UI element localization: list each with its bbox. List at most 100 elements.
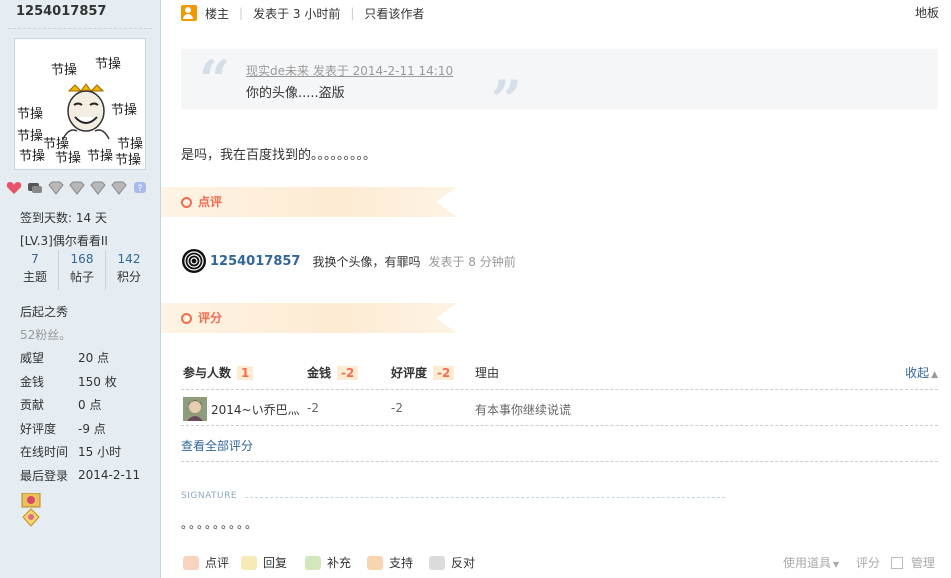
user-title: 后起之秀 [20, 305, 69, 319]
diamond-icon[interactable] [48, 181, 64, 195]
edit-icon [305, 555, 321, 570]
avatar-word: 节操 [17, 107, 44, 122]
rating-header: 评分 [161, 303, 457, 333]
badge-row: ? [6, 181, 148, 195]
caret-down-icon: ▼ [833, 560, 840, 569]
rating-rep: -2 [391, 401, 403, 415]
post-header: 楼主 | 发表于 3 小时前 | 只看该作者 [181, 2, 941, 24]
comment-time: 发表于 8 分钟前 [428, 254, 516, 269]
prop-row: 贡献 0 点 [20, 393, 140, 417]
prop-row: 在线时间 15 小时 [20, 440, 140, 464]
commenter-avatar[interactable] [181, 248, 207, 274]
action-label: 反对 [451, 556, 476, 570]
manage-button[interactable]: 管理 [891, 554, 935, 571]
prop-row: 金钱 150 枚 [20, 370, 140, 394]
supplement-button[interactable]: 补充 [305, 554, 351, 571]
reply-button[interactable]: 回复 [241, 554, 287, 571]
chat-gem-icon[interactable] [27, 181, 43, 195]
rater-avatar[interactable] [183, 397, 207, 421]
username[interactable]: 1254017857 [16, 4, 106, 19]
prop-row: 威望 20 点 [20, 346, 140, 370]
avatar[interactable]: 节操 节操 节操 节操 节操 节操 节操 节操 节操 节操 节操 [14, 38, 146, 170]
count-value[interactable]: 7 [12, 250, 58, 268]
separator: | [350, 6, 355, 20]
count-label: 主题 [22, 270, 47, 284]
svg-text:?: ? [138, 184, 143, 194]
count-value[interactable]: 142 [106, 250, 152, 268]
count-topics[interactable]: 7 主题 [12, 250, 59, 290]
avatar-word: 节操 [17, 129, 44, 144]
prop-value: 2014-2-11 [78, 468, 141, 483]
rate-button[interactable]: 评分 [856, 554, 880, 571]
comments-title: 点评 [198, 195, 223, 209]
diamond-icon[interactable] [90, 181, 106, 195]
quote-open-icon: “ [199, 48, 231, 112]
avatar-word: 节操 [19, 149, 46, 164]
heart-gem-icon[interactable] [6, 181, 22, 195]
rater-name[interactable]: 2014~い乔巴灬 [211, 401, 300, 418]
rating-title: 评分 [198, 311, 223, 325]
count-value[interactable]: 168 [59, 250, 105, 268]
prop-key: 好评度 [20, 421, 57, 436]
prop-row: 最后登录 2014-2-11 [20, 464, 140, 488]
post-body: 楼主 | 发表于 3 小时前 | 只看该作者 地板 “ ” 现实de未来 发表于… [161, 0, 951, 578]
count-points[interactable]: 142 积分 [106, 250, 152, 290]
view-all-ratings-link[interactable]: 查看全部评分 [181, 437, 253, 454]
collapse-link[interactable]: 收起 ▲ [905, 364, 938, 381]
caret-up-icon: ▲ [931, 370, 938, 380]
comment-button[interactable]: 点评 [183, 554, 229, 571]
oppose-button[interactable]: 反对 [429, 554, 475, 571]
participants-count: 1 [237, 366, 254, 380]
col-money: 金钱 -2 [307, 364, 359, 381]
checkbox[interactable] [891, 557, 903, 569]
only-author-link[interactable]: 只看该作者 [364, 5, 424, 22]
divider [8, 28, 152, 29]
comments-header: 点评 [161, 187, 457, 217]
count-posts[interactable]: 168 帖子 [59, 250, 106, 290]
signature-text: 。。。。。。。。。 [181, 517, 260, 531]
reply-icon [241, 555, 257, 570]
quote-source-link[interactable]: 现实de未来 发表于 2014-2-11 14:10 [246, 62, 453, 79]
thumb-down-icon [429, 555, 445, 570]
rating-reason: 有本事你继续说谎 [475, 403, 572, 417]
support-button[interactable]: 支持 [367, 554, 413, 571]
avatar-word: 节操 [111, 103, 138, 118]
medal-icon[interactable] [20, 493, 42, 527]
help-bubble-icon[interactable]: ? [132, 181, 148, 195]
separator: | [239, 6, 244, 20]
prop-value: 150 枚 [78, 374, 117, 389]
rage-face-icon [62, 83, 110, 140]
user-stats: 签到天数: 14 天 [LV.3]偶尔看看II [20, 207, 108, 253]
action-label: 支持 [389, 556, 414, 570]
quote-block: “ ” 现实de未来 发表于 2014-2-11 14:10 你的头像.....… [181, 48, 938, 127]
checkin-days: 签到天数: 14 天 [20, 211, 107, 225]
count-label: 帖子 [69, 270, 94, 284]
rep-total: -2 [433, 366, 455, 380]
avatar-word: 节操 [51, 63, 78, 78]
host-label: 楼主 [205, 6, 230, 21]
avatar-word: 节操 [87, 149, 114, 164]
use-tool-menu[interactable]: 使用道具 ▼ [783, 554, 839, 571]
divider [181, 461, 938, 462]
thumb-up-icon [367, 555, 383, 570]
post-message: 是吗，我在百度找到的。。。。。。。。。 [181, 148, 377, 163]
signature-label: SIGNATURE [181, 491, 238, 501]
prop-value: 0 点 [78, 398, 102, 413]
floor-number[interactable]: 地板 [915, 2, 939, 24]
comment-item: 1254017857 我换个头像，有罪吗 发表于 8 分钟前 [181, 247, 516, 275]
collapse-label: 收起 [905, 366, 930, 380]
prop-key: 贡献 [20, 398, 45, 413]
diamond-icon[interactable] [69, 181, 85, 195]
money-total: -2 [337, 366, 359, 380]
rating-money: -2 [307, 401, 319, 415]
col-participants: 参与人数 1 [183, 364, 254, 381]
post-counts: 7 主题 168 帖子 142 积分 [12, 250, 152, 290]
commenter-name[interactable]: 1254017857 [210, 254, 300, 269]
avatar-word: 节操 [115, 153, 142, 168]
prop-key: 最后登录 [20, 468, 69, 483]
prop-value: 20 点 [78, 351, 110, 366]
avatar-word: 节操 [55, 151, 82, 166]
prop-key: 威望 [20, 351, 45, 366]
user-icon [181, 5, 197, 21]
diamond-icon[interactable] [111, 181, 127, 195]
